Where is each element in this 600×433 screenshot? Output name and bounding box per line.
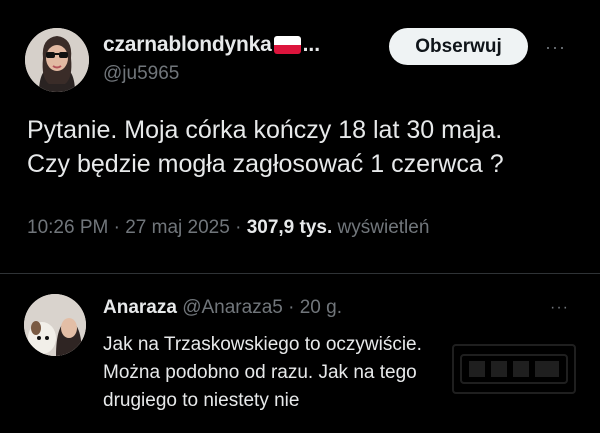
reply-header: Anaraza @Anaraza5 · 20 g. bbox=[103, 297, 342, 319]
main-tweet: czarnablondynka ... @ju5965 Obserwuj ···… bbox=[0, 0, 600, 272]
divider bbox=[0, 273, 600, 274]
avatar[interactable] bbox=[25, 28, 89, 92]
reply-more-options-icon[interactable]: ··· bbox=[550, 300, 569, 316]
reply-age[interactable]: 20 g. bbox=[300, 297, 342, 318]
follow-button[interactable]: Obserwuj bbox=[389, 28, 528, 65]
watermark-logo bbox=[452, 344, 576, 394]
author-display-name[interactable]: czarnablondynka bbox=[103, 33, 272, 57]
author-handle[interactable]: @ju5965 bbox=[103, 63, 179, 85]
more-options-icon[interactable]: ··· bbox=[545, 38, 566, 56]
meta-separator: · bbox=[113, 217, 120, 238]
name-truncation: ... bbox=[302, 33, 321, 56]
tweet-metadata: 10:26 PM · 27 maj 2025 · 307,9 tys. wyśw… bbox=[27, 217, 429, 239]
poland-flag-icon bbox=[273, 36, 301, 54]
views-count[interactable]: 307,9 tys. bbox=[247, 217, 333, 238]
views-label: wyświetleń bbox=[337, 217, 430, 238]
tweet-text-line: Pytanie. Moja córka kończy 18 lat 30 maj… bbox=[27, 116, 503, 144]
author-name-row[interactable]: czarnablondynka ... bbox=[103, 33, 320, 57]
meta-separator: · bbox=[288, 297, 295, 318]
reply-handle[interactable]: @Anaraza5 bbox=[182, 297, 283, 318]
tweet-date[interactable]: 27 maj 2025 bbox=[125, 217, 230, 238]
tweet-text: Pytanie. Moja córka kończy 18 lat 30 maj… bbox=[27, 113, 587, 181]
reply-avatar[interactable] bbox=[24, 294, 86, 356]
reply-display-name[interactable]: Anaraza bbox=[103, 297, 177, 318]
tweet-time[interactable]: 10:26 PM bbox=[27, 217, 108, 238]
meta-separator: · bbox=[235, 217, 242, 238]
tweet-text-line: Czy będzie mogła zagłosować 1 czerwca ? bbox=[27, 150, 504, 178]
